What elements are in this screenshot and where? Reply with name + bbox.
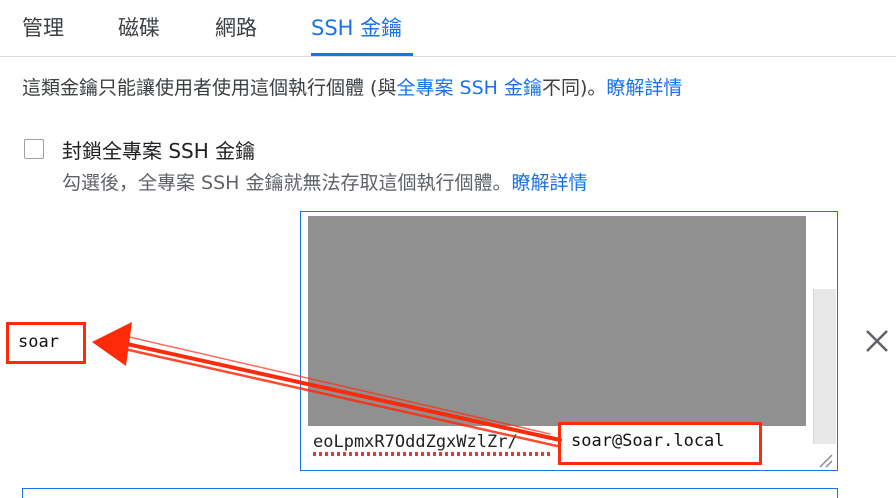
textarea-scrollbar[interactable]	[813, 289, 836, 444]
block-project-keys-label: 封鎖全專案 SSH 金鑰	[62, 139, 256, 163]
highlighted-username: soar	[6, 322, 86, 364]
arrow-head	[92, 322, 132, 366]
description-suffix: 不同)。	[541, 77, 607, 99]
ssh-keys-description: 這類金鑰只能讓使用者使用這個執行個體 (與全專案 SSH 金鑰不同)。瞭解詳情	[22, 73, 682, 100]
tab-network[interactable]: 網路	[215, 12, 257, 42]
highlighted-key-comment: soar@Soar.local	[558, 422, 762, 465]
tab-divider	[0, 56, 896, 57]
spellcheck-underline	[313, 452, 553, 456]
next-key-field[interactable]	[22, 488, 838, 498]
ssh-key-fragment: eoLpmxR7OddZgxWzlZr/	[313, 432, 518, 452]
tab-bar: 管理 磁碟 網路 SSH 金鑰	[0, 0, 896, 58]
tab-management[interactable]: 管理	[22, 12, 64, 42]
project-ssh-keys-link[interactable]: 全專案 SSH 金鑰	[396, 77, 542, 99]
block-project-keys-checkbox[interactable]	[24, 139, 44, 159]
block-help-text: 勾選後，全專案 SSH 金鑰就無法存取這個執行個體。	[62, 172, 512, 194]
tab-ssh-keys[interactable]: SSH 金鑰	[311, 12, 402, 42]
description-prefix: 這類金鑰只能讓使用者使用這個執行個體 (與	[22, 77, 397, 99]
learn-more-link[interactable]: 瞭解詳情	[606, 77, 682, 99]
resize-grip-icon[interactable]	[817, 452, 833, 468]
close-icon[interactable]	[862, 326, 892, 356]
block-project-keys-help: 勾選後，全專案 SSH 金鑰就無法存取這個執行個體。瞭解詳情	[62, 168, 588, 195]
block-learn-more-link[interactable]: 瞭解詳情	[512, 172, 588, 194]
redacted-key-area	[308, 216, 806, 426]
tab-disks[interactable]: 磁碟	[118, 12, 160, 42]
